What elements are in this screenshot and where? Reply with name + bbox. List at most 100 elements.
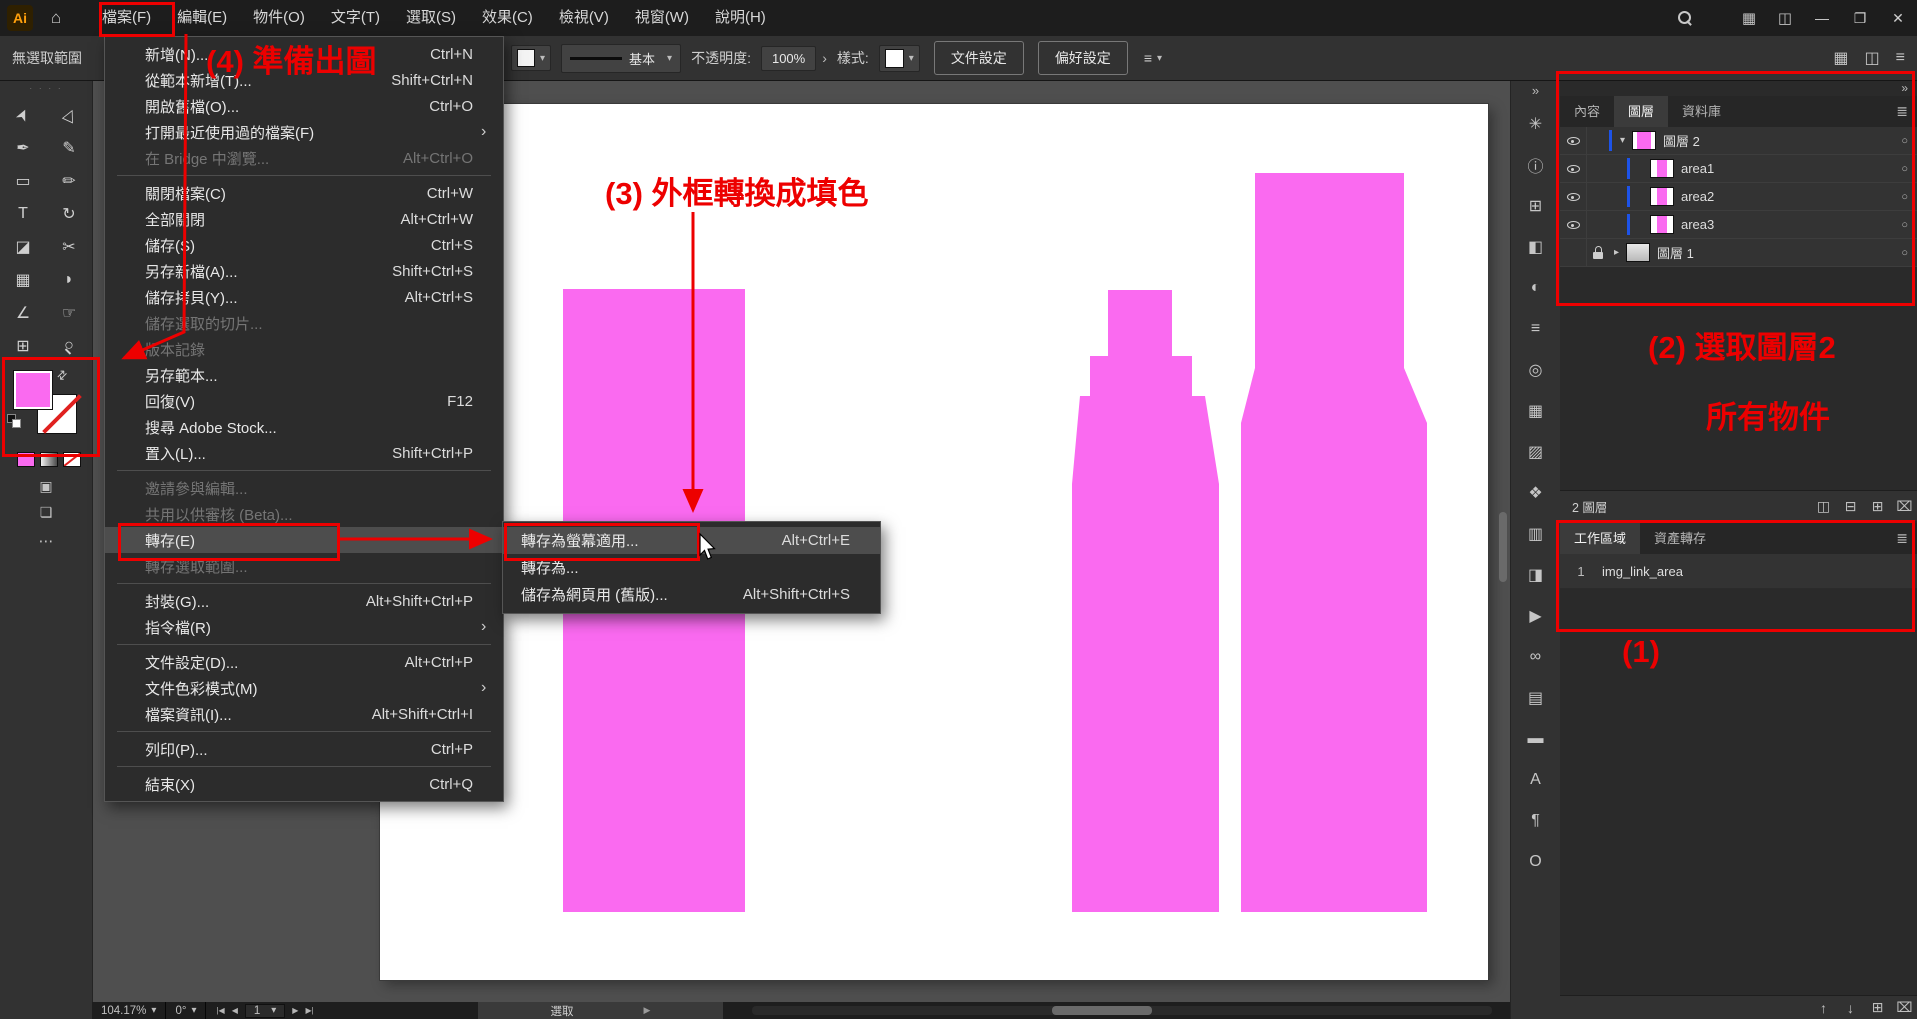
menu-item-new[interactable]: 新增(N)... Ctrl+N [105, 41, 503, 67]
screen-mode-button[interactable]: ❏ [0, 504, 92, 521]
artboard-tool[interactable]: ⊞ [6, 334, 40, 358]
menu-effect[interactable]: 效果(C) [469, 0, 546, 36]
tab-libraries[interactable]: 資料庫 [1668, 96, 1735, 127]
move-artboard-up-icon[interactable]: ↑ [1810, 1000, 1837, 1016]
none-button[interactable] [63, 452, 81, 467]
menu-item-save-as[interactable]: 另存新檔(A)... Shift+Ctrl+S [105, 258, 503, 284]
menu-item-print[interactable]: 列印(P)... Ctrl+P [105, 736, 503, 762]
status-display[interactable]: 選取 ▶ [478, 1002, 723, 1019]
hand-tool[interactable]: ☞ [52, 301, 86, 325]
arrange-documents-icon[interactable]: ▦ [1731, 9, 1767, 27]
preferences-button[interactable]: 偏好設定 [1038, 41, 1128, 75]
menu-item-save-a-copy[interactable]: 儲存拷貝(Y)... Alt+Ctrl+S [105, 284, 503, 310]
horizontal-scrollbar-thumb[interactable] [1052, 1006, 1152, 1015]
menu-item-share-for-review[interactable]: 共用以供審核 (Beta)... [105, 501, 503, 527]
asset-export-panel-icon[interactable]: ▤ [1511, 677, 1560, 718]
new-sublayer-icon[interactable]: ⊟ [1837, 498, 1864, 515]
menu-item-close-all[interactable]: 全部關閉 Alt+Ctrl+W [105, 206, 503, 232]
next-artboard-icon[interactable]: ▶ [292, 1006, 298, 1015]
vertical-scrollbar[interactable] [1498, 80, 1508, 1002]
layer-visibility-toggle[interactable] [1560, 183, 1587, 210]
previous-artboard-icon[interactable]: ◀ [232, 1006, 238, 1015]
zoom-level-select[interactable]: 104.17% ▾ [92, 1002, 166, 1019]
stroke-panel-icon[interactable]: ≡ [1511, 308, 1560, 349]
status-expand-icon[interactable]: ▶ [644, 1005, 651, 1016]
delete-layer-icon[interactable]: ⌧ [1891, 498, 1917, 515]
curvature-tool[interactable]: ✎ [52, 136, 86, 160]
menu-item-close[interactable]: 關閉檔案(C) Ctrl+W [105, 180, 503, 206]
paintbrush-tool[interactable]: ✏ [52, 169, 86, 193]
last-artboard-icon[interactable]: ▶| [305, 1006, 313, 1015]
menu-item-file-info[interactable]: 檔案資訊(I)... Alt+Shift+Ctrl+I [105, 701, 503, 727]
menu-file[interactable]: 檔案(F) [89, 0, 164, 36]
paragraph-panel-icon[interactable]: ¶ [1511, 800, 1560, 841]
artwork-bottle-small[interactable] [1072, 290, 1219, 912]
layer-name[interactable]: area2 [1681, 189, 1901, 204]
make-clipping-mask-icon[interactable]: ◫ [1810, 498, 1837, 515]
menu-item-invite-to-edit[interactable]: 邀請參與編輯... [105, 475, 503, 501]
layer-target-icon[interactable] [1901, 191, 1908, 203]
info-panel-icon[interactable]: ⓘ [1511, 144, 1560, 185]
close-button[interactable]: ✕ [1879, 0, 1917, 36]
layer-name[interactable]: 圖層 2 [1663, 131, 1901, 150]
menu-help[interactable]: 說明(H) [702, 0, 779, 36]
align-options-dropdown[interactable]: ≡ ▾ [1144, 50, 1162, 66]
artboards-panel-icon[interactable]: ▬ [1511, 718, 1560, 759]
layer-visibility-toggle[interactable] [1560, 211, 1587, 238]
zoom-tool[interactable]: ○ [52, 334, 86, 358]
layer-target-icon[interactable] [1901, 163, 1908, 175]
horizontal-scrollbar[interactable] [752, 1006, 1492, 1015]
minimize-button[interactable]: — [1803, 0, 1841, 36]
menu-item-package[interactable]: 封裝(G)... Alt+Shift+Ctrl+P [105, 588, 503, 614]
artboard-row[interactable]: 1 img_link_area [1560, 554, 1917, 589]
layer-target-icon[interactable] [1901, 247, 1908, 259]
menu-item-search-adobe-stock[interactable]: 搜尋 Adobe Stock... [105, 414, 503, 440]
scissors-tool[interactable]: ✂ [52, 235, 86, 259]
gradient-button[interactable] [40, 452, 58, 467]
menu-item-export[interactable]: 轉存(E) › [105, 527, 503, 553]
submenu-item-export-for-screens[interactable]: 轉存為螢幕適用... Alt+Ctrl+E [503, 527, 880, 554]
layer-row-area1[interactable]: area1 [1560, 155, 1917, 183]
search-icon[interactable] [1678, 11, 1693, 26]
transform-panel-icon[interactable]: ⊞ [1511, 185, 1560, 226]
shape-builder-tool[interactable]: ▦ [6, 268, 40, 292]
color-panel-icon[interactable]: ◧ [1511, 226, 1560, 267]
tab-properties[interactable]: 內容 [1560, 96, 1614, 127]
workspace-switcher-icon[interactable]: ◫ [1865, 48, 1880, 68]
menu-item-document-setup[interactable]: 文件設定(D)... Alt+Ctrl+P [105, 649, 503, 675]
layer-row-layer2[interactable]: ▾ 圖層 2 [1560, 127, 1917, 155]
layers-panel-menu-icon[interactable]: ≣ [1886, 96, 1917, 127]
menu-edit[interactable]: 編輯(E) [164, 0, 240, 36]
direct-selection-tool[interactable]: ▷ [52, 103, 86, 127]
submenu-item-export-as[interactable]: 轉存為... [503, 554, 880, 581]
swap-fill-stroke-icon[interactable]: ⇄ [54, 366, 71, 383]
layer-name[interactable]: 圖層 1 [1657, 243, 1901, 262]
color-button[interactable] [17, 452, 35, 467]
symbols-panel-icon[interactable]: ❖ [1511, 472, 1560, 513]
menu-item-revert[interactable]: 回復(V) F12 [105, 388, 503, 414]
layer-expand-icon[interactable]: ▸ [1609, 247, 1624, 258]
delete-artboard-icon[interactable]: ⌧ [1891, 999, 1917, 1016]
document-setup-button[interactable]: 文件設定 [934, 41, 1024, 75]
artwork-bottle-large[interactable] [1241, 173, 1427, 912]
fill-swatch[interactable] [13, 370, 53, 410]
home-icon[interactable]: ⌂ [41, 8, 71, 28]
menu-type[interactable]: 文字(T) [318, 0, 393, 36]
layer-row-area3[interactable]: area3 [1560, 211, 1917, 239]
align-panel-icon[interactable]: ▥ [1511, 513, 1560, 554]
menu-item-open-recent[interactable]: 打開最近使用過的檔案(F) › [105, 119, 503, 145]
layer-row-area2[interactable]: area2 [1560, 183, 1917, 211]
opacity-input[interactable]: 100% [761, 46, 816, 71]
new-layer-icon[interactable]: ⊞ [1864, 498, 1891, 515]
draw-mode-button[interactable]: ▣ [0, 478, 92, 495]
layer-thumbnail[interactable] [1650, 215, 1674, 234]
brushes-panel-icon[interactable]: ▨ [1511, 431, 1560, 472]
menu-view[interactable]: 檢視(V) [546, 0, 622, 36]
layer-target-icon[interactable] [1901, 219, 1908, 231]
control-panel-menu-icon[interactable]: ≡ [1896, 49, 1905, 67]
tab-asset-export[interactable]: 資產轉存 [1640, 523, 1720, 554]
opentype-panel-icon[interactable]: O [1511, 841, 1560, 882]
edit-toolbar-icon[interactable]: ⋯ [0, 532, 92, 550]
layer-lock-toggle[interactable] [1587, 246, 1609, 259]
selection-tool[interactable]: ➤ [6, 103, 40, 127]
